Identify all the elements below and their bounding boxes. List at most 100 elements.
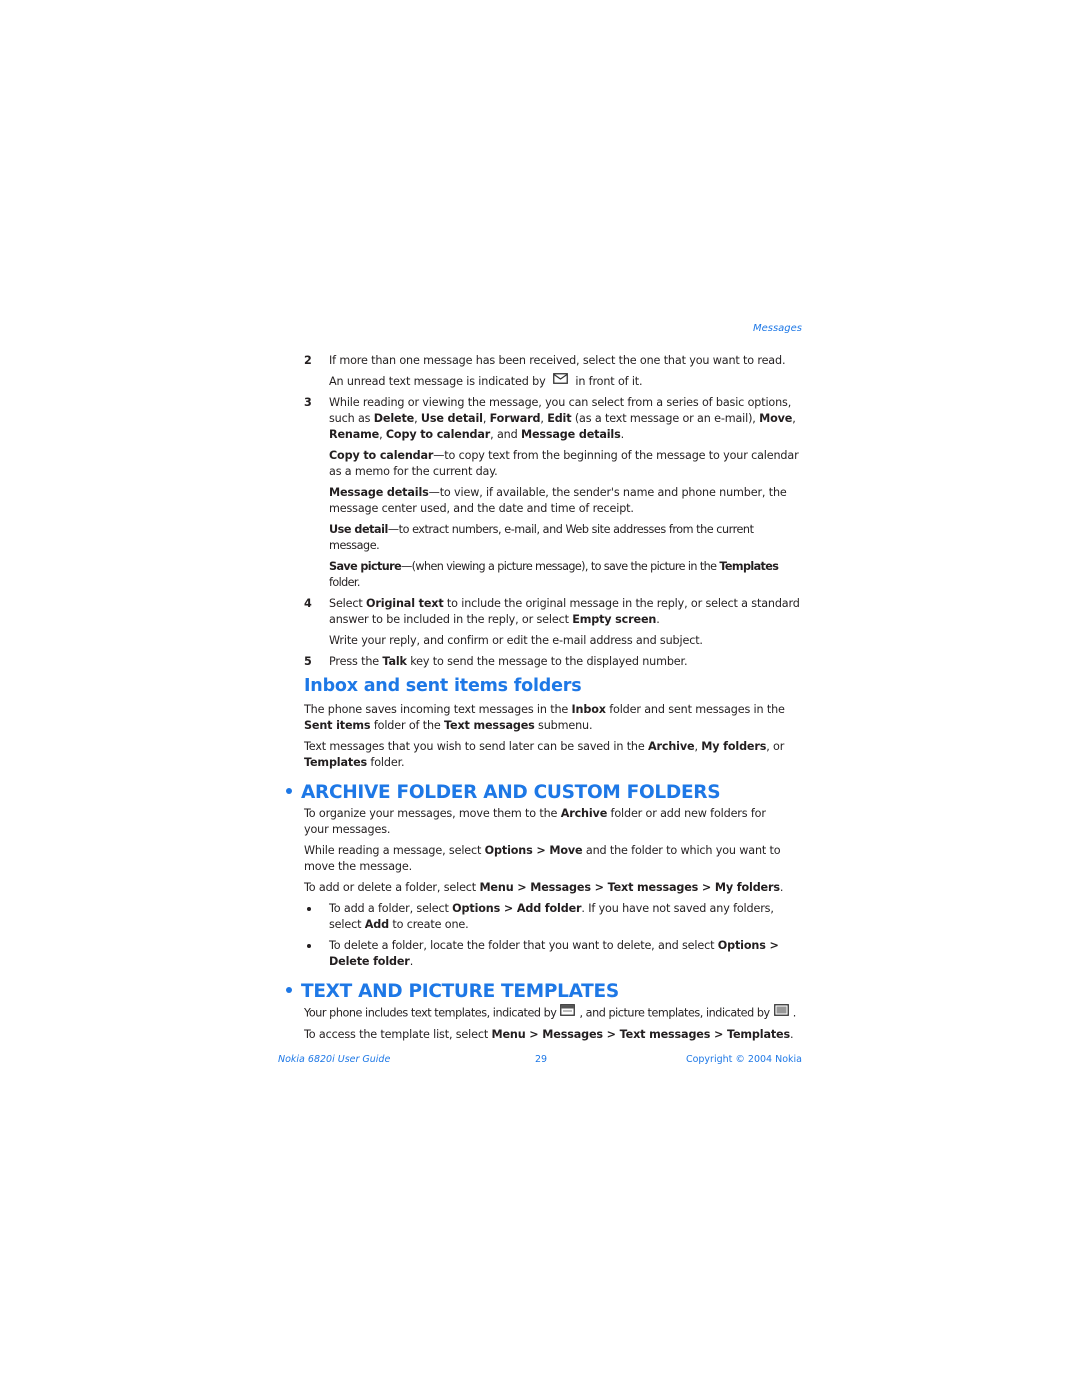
bold-term: Options > Move bbox=[484, 844, 583, 857]
bold-term: Original text bbox=[366, 597, 444, 610]
step-text: Select Original text to include the orig… bbox=[329, 597, 800, 626]
step-2-note: An unread text message is indicated by i… bbox=[304, 373, 804, 390]
step-4-note: Write your reply, and confirm or edit th… bbox=[329, 634, 703, 647]
page-content: 2 If more than one message has been rece… bbox=[286, 353, 804, 1048]
step-3: 3 While reading or viewing the message, … bbox=[304, 395, 804, 443]
note-text: An unread text message is indicated by bbox=[329, 375, 546, 388]
bold-term: Menu > Messages > Text messages > My fol… bbox=[479, 881, 780, 894]
option-copy-to-calendar: Copy to calendar—to copy text from the b… bbox=[304, 448, 804, 480]
bold-term: Templates bbox=[304, 756, 368, 769]
inbox-section-heading: Inbox and sent items folders bbox=[304, 676, 582, 696]
templates-paragraph: To access the template list, select Menu… bbox=[304, 1027, 804, 1043]
templates-text: , and picture templates, indicated by bbox=[579, 1006, 770, 1020]
bold-term: Copy to calendar bbox=[385, 428, 491, 441]
templates-section-heading: Text and picture templates bbox=[286, 980, 804, 1004]
text-run: Press the bbox=[329, 655, 383, 668]
option-term: Save picture bbox=[329, 560, 402, 573]
text-run: . bbox=[779, 881, 784, 894]
text-run: to create one. bbox=[388, 918, 469, 931]
text-run: Select bbox=[329, 597, 367, 610]
text-run: To organize your messages, move them to … bbox=[304, 807, 561, 820]
bold-term: Archive bbox=[560, 807, 608, 820]
bold-term: Message details bbox=[520, 428, 621, 441]
text-run: (as a text message or an e-mail), bbox=[571, 412, 760, 425]
text-run: folder and sent messages in the bbox=[605, 703, 785, 716]
bold-term: Delete bbox=[373, 412, 415, 425]
option-desc: —to extract numbers, e-mail, and Web sit… bbox=[329, 523, 754, 552]
templates-text: . bbox=[792, 1006, 797, 1020]
bold-term: Add bbox=[364, 918, 389, 931]
text-run: . bbox=[409, 955, 414, 968]
bold-term: Edit bbox=[547, 412, 572, 425]
step-text: While reading or viewing the message, yo… bbox=[329, 396, 796, 441]
bullet-item: To delete a folder, locate the folder th… bbox=[304, 938, 804, 970]
option-desc: folder. bbox=[329, 576, 360, 589]
bold-term: Options > Add folder bbox=[452, 902, 582, 915]
bullet-text: To add a folder, select Options > Add fo… bbox=[329, 902, 774, 931]
text-template-icon bbox=[560, 1004, 576, 1021]
option-term: Templates bbox=[719, 560, 779, 573]
option-desc: —(when viewing a picture message), to sa… bbox=[401, 560, 720, 573]
bold-term: Use detail bbox=[420, 412, 483, 425]
bold-term: Sent items bbox=[304, 719, 371, 732]
bold-term: Forward bbox=[489, 412, 541, 425]
templates-paragraph: Your phone includes text templates, indi… bbox=[304, 1004, 804, 1022]
text-run: submenu. bbox=[534, 719, 593, 732]
bold-term: Talk bbox=[382, 655, 407, 668]
bold-term: Empty screen bbox=[572, 613, 657, 626]
archive-paragraph: While reading a message, select Options … bbox=[304, 843, 804, 875]
text-run: To add a folder, select bbox=[329, 902, 453, 915]
heading-bullet-icon bbox=[286, 788, 292, 794]
step-number: 5 bbox=[304, 655, 312, 668]
bold-term: Rename bbox=[329, 428, 380, 441]
text-run: . bbox=[789, 1028, 794, 1041]
step-number: 4 bbox=[304, 597, 312, 610]
bold-term: Menu > Messages > Text messages > Templa… bbox=[491, 1028, 791, 1041]
text-run: . bbox=[656, 613, 660, 626]
text-run: , bbox=[792, 412, 796, 425]
text-run: , bbox=[414, 412, 421, 425]
option-term: Use detail bbox=[329, 523, 388, 536]
text-run: The phone saves incoming text messages i… bbox=[304, 703, 572, 716]
bullet-icon bbox=[307, 907, 311, 911]
document-page: Messages 2 If more than one message has … bbox=[0, 0, 1080, 1397]
step-2: 2 If more than one message has been rece… bbox=[304, 353, 804, 369]
archive-section-heading: Archive folder and custom folders bbox=[286, 781, 804, 805]
step-4: 4 Select Original text to include the or… bbox=[304, 596, 804, 628]
text-run: . bbox=[620, 428, 625, 441]
text-run: , bbox=[482, 412, 490, 425]
text-run: , bbox=[379, 428, 386, 441]
step-text: Press the Talk key to send the message t… bbox=[329, 655, 688, 668]
text-run: To access the template list, select bbox=[304, 1028, 492, 1041]
inbox-paragraph: The phone saves incoming text messages i… bbox=[304, 702, 804, 734]
footer-page-number: 29 bbox=[535, 1054, 548, 1065]
step-number: 3 bbox=[304, 396, 312, 409]
archive-paragraph: To organize your messages, move them to … bbox=[304, 806, 804, 838]
bold-term: Archive bbox=[648, 740, 695, 753]
step-5: 5 Press the Talk key to send the message… bbox=[304, 654, 804, 670]
option-message-details: Message details—to view, if available, t… bbox=[304, 485, 804, 517]
heading-text: Text and picture templates bbox=[301, 981, 619, 1002]
bold-term: Move bbox=[759, 412, 793, 425]
bold-term: Text messages bbox=[444, 719, 535, 732]
text-run: , or bbox=[766, 740, 785, 753]
heading-bullet-icon bbox=[286, 987, 292, 993]
step-text: If more than one message has been receiv… bbox=[329, 354, 786, 367]
option-use-detail: Use detail—to extract numbers, e-mail, a… bbox=[304, 522, 804, 554]
templates-text: Your phone includes text templates, indi… bbox=[304, 1006, 557, 1020]
archive-paragraph: To add or delete a folder, select Menu >… bbox=[304, 880, 804, 896]
inbox-paragraph: Text messages that you wish to send late… bbox=[304, 739, 804, 771]
running-head: Messages bbox=[752, 323, 802, 334]
text-run: Text messages that you wish to send late… bbox=[304, 740, 649, 753]
step-number: 2 bbox=[304, 354, 312, 367]
heading-text: Archive folder and custom folders bbox=[301, 782, 721, 803]
note-text: in front of it. bbox=[575, 375, 643, 388]
bold-term: Inbox bbox=[571, 703, 606, 716]
text-run: key to send the message to the displayed… bbox=[406, 655, 688, 668]
option-term: Copy to calendar bbox=[329, 449, 434, 462]
option-term: Message details bbox=[329, 486, 429, 499]
bullet-icon bbox=[307, 944, 311, 948]
option-save-picture: Save picture—(when viewing a picture mes… bbox=[304, 559, 804, 591]
text-run: While reading a message, select bbox=[304, 844, 485, 857]
text-run: , and bbox=[490, 428, 521, 441]
